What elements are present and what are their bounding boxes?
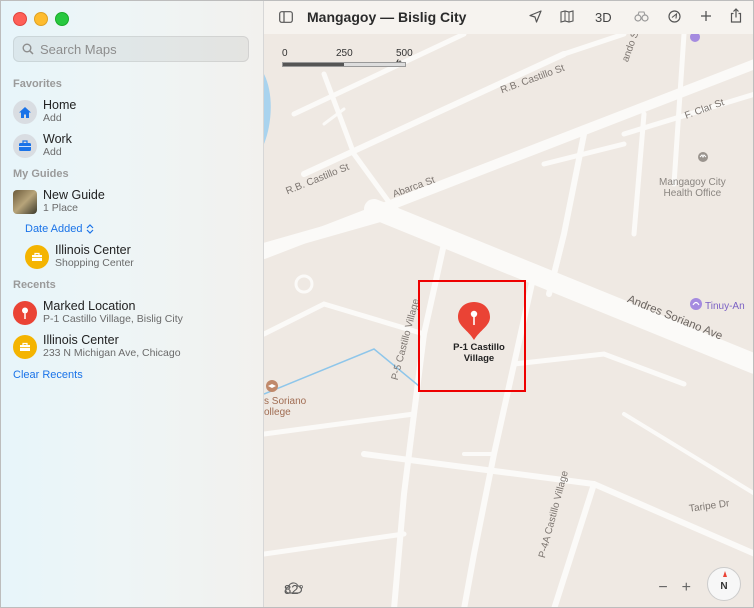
guide-place-illinois[interactable]: Illinois Center Shopping Center — [25, 244, 134, 270]
poi-icon — [690, 34, 700, 42]
home-sub: Add — [43, 112, 62, 124]
close-button[interactable] — [13, 12, 27, 26]
zoom-out-button[interactable]: − — [658, 579, 667, 597]
place-sub: Shopping Center — [55, 257, 134, 269]
share-icon[interactable] — [730, 8, 742, 23]
map-canvas[interactable]: 0 250 500 ft R.B. Castillo St R.B. Casti… — [264, 34, 753, 607]
share-eta-icon[interactable] — [668, 10, 681, 23]
shopping-bag-icon — [13, 335, 37, 359]
search-input[interactable] — [38, 40, 242, 58]
toolbar: Mangagoy — Bislig City 3D — [264, 1, 753, 35]
college-icon — [266, 380, 278, 392]
recent-label: Illinois Center — [43, 333, 119, 347]
recent-sub: 233 N Michigan Ave, Chicago — [43, 347, 181, 359]
health-office-label[interactable]: Mangagoy City Health Office — [659, 177, 726, 199]
guides-title: My Guides — [13, 168, 69, 180]
favorites-title: Favorites — [13, 78, 62, 90]
sidebar: Favorites Home Add Work Add My Guides N — [1, 1, 264, 607]
search-field[interactable] — [13, 36, 249, 62]
recent-marked-location[interactable]: Marked Location P-1 Castillo Village, Bi… — [13, 300, 183, 326]
clear-recents-link[interactable]: Clear Recents — [13, 369, 83, 381]
home-label: Home — [43, 98, 77, 112]
guide-sub: 1 Place — [43, 202, 79, 214]
window-title: Mangagoy — Bislig City — [307, 9, 467, 25]
cloud-icon — [285, 582, 302, 594]
window-controls — [13, 12, 69, 26]
map-mode-icon[interactable] — [560, 10, 574, 23]
recent-label: Marked Location — [43, 299, 136, 313]
minimize-button[interactable] — [34, 12, 48, 26]
pin-icon — [13, 301, 37, 325]
place-label: Illinois Center — [55, 243, 131, 257]
sort-menu[interactable]: Date Added — [25, 223, 94, 235]
water — [264, 74, 271, 144]
work-label: Work — [43, 132, 72, 146]
guide-label: New Guide — [43, 188, 105, 202]
zoom-controls: − + — [658, 579, 691, 597]
recent-illinois-center[interactable]: Illinois Center 233 N Michigan Ave, Chic… — [13, 334, 181, 360]
scale-tick-0: 0 — [282, 48, 288, 59]
guide-thumbnail-icon — [13, 190, 37, 214]
add-icon[interactable] — [700, 10, 712, 22]
tinuy-an-icon — [690, 298, 702, 310]
compass-button[interactable]: N — [707, 567, 741, 601]
scale-bar-graphic — [282, 62, 406, 67]
tinuy-an-label[interactable]: Tinuy-An — [705, 301, 745, 312]
3d-button[interactable]: 3D — [595, 10, 612, 25]
college-label[interactable]: s Soriano ollege — [264, 396, 306, 418]
maps-window: Favorites Home Add Work Add My Guides N — [0, 0, 754, 608]
favorite-work[interactable]: Work Add — [13, 133, 72, 159]
chevron-updown-icon — [86, 224, 93, 234]
health-office-icon — [698, 152, 708, 162]
recents-title: Recents — [13, 279, 56, 291]
selection-highlight — [418, 280, 526, 392]
sort-label: Date Added — [25, 223, 83, 235]
zoom-in-button[interactable]: + — [682, 579, 691, 597]
compass-label: N — [720, 580, 728, 592]
shopping-bag-icon — [25, 245, 49, 269]
work-sub: Add — [43, 146, 62, 158]
favorite-home[interactable]: Home Add — [13, 99, 76, 125]
weather-indicator: 82° — [284, 582, 304, 597]
look-around-icon[interactable] — [634, 10, 649, 23]
recent-sub: P-1 Castillo Village, Bislig City — [43, 313, 183, 325]
home-icon — [13, 100, 37, 124]
location-arrow-icon[interactable] — [529, 10, 542, 23]
scale-tick-250: 250 — [336, 48, 353, 59]
sidebar-toggle-icon[interactable] — [279, 11, 293, 23]
briefcase-icon — [13, 134, 37, 158]
guide-new-guide[interactable]: New Guide 1 Place — [13, 189, 105, 215]
zoom-button[interactable] — [55, 12, 69, 26]
search-icon — [22, 43, 34, 55]
